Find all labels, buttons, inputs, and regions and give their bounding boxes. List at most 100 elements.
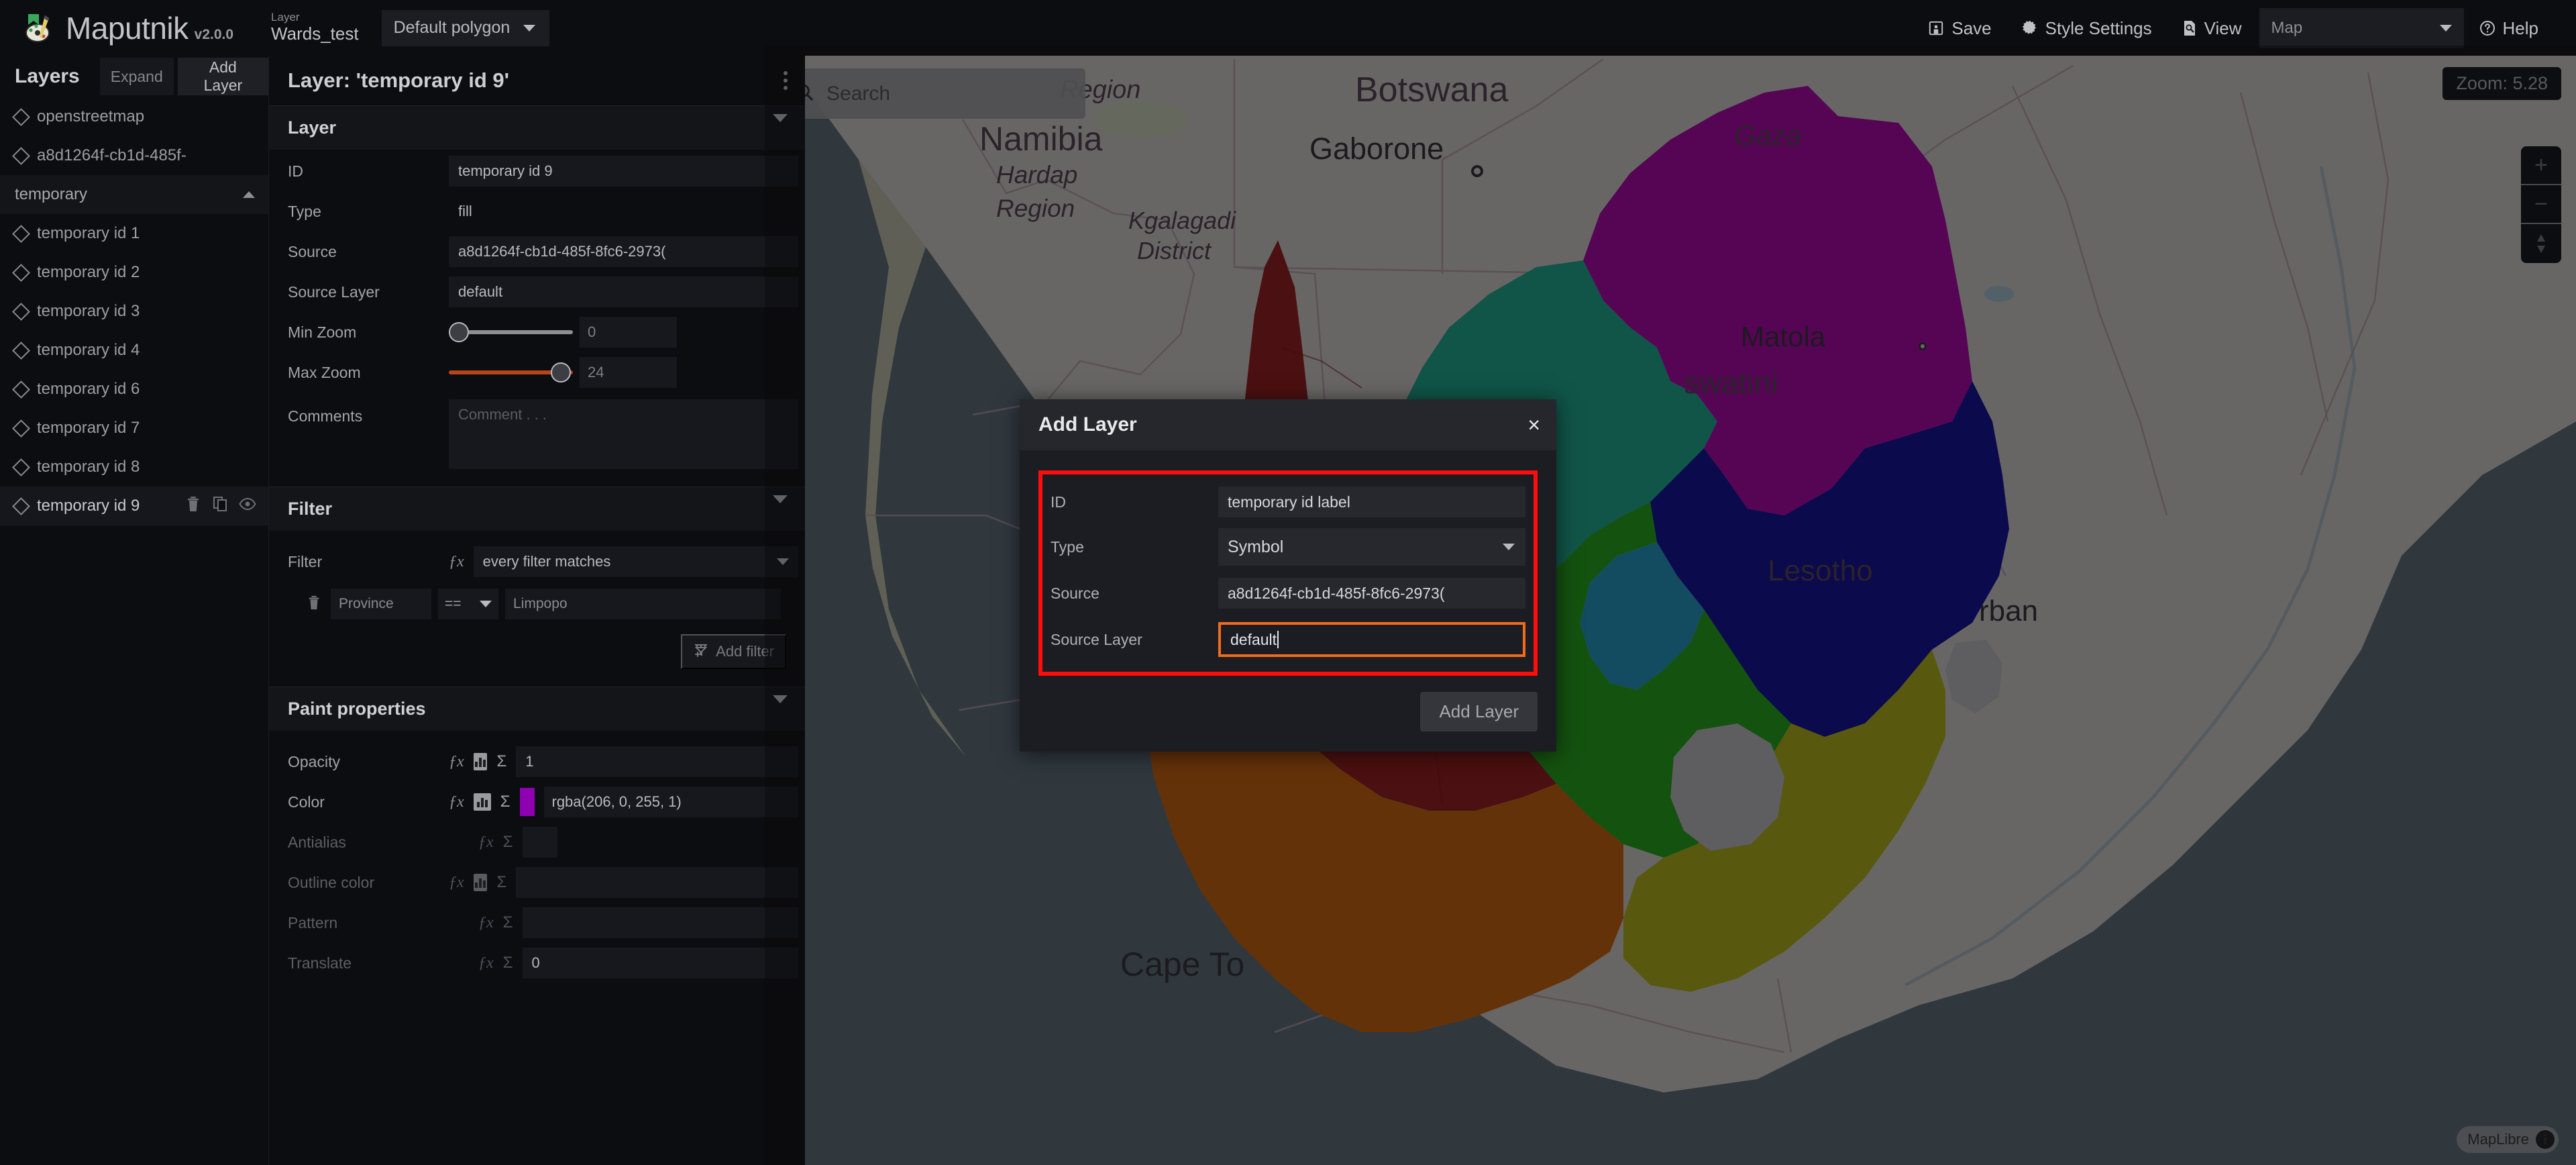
sigma-icon[interactable]: Σ	[496, 752, 506, 771]
sigma-icon[interactable]: Σ	[503, 833, 513, 852]
field-antialias: Antialias ƒx Σ	[269, 823, 805, 861]
layer-group-temporary[interactable]: temporary	[0, 175, 268, 214]
id-input[interactable]: temporary id 9	[449, 156, 798, 187]
help-label: Help	[2502, 17, 2538, 38]
section-layer[interactable]: Layer	[269, 105, 805, 150]
chevron-down-icon	[2439, 24, 2452, 32]
sigma-icon[interactable]: Σ	[503, 954, 513, 972]
field-label-outline-color: Outline color	[288, 873, 375, 891]
modal-id-input[interactable]: temporary id label	[1218, 487, 1525, 517]
maputnik-logo-icon	[23, 11, 56, 45]
style-settings-button[interactable]: Style Settings	[2006, 8, 2167, 48]
fx-icon[interactable]: ƒx	[478, 833, 494, 852]
translate-input[interactable]: 0	[522, 948, 798, 978]
modal-type-value: Symbol	[1228, 537, 1284, 556]
chart-icon[interactable]	[473, 793, 491, 811]
max-zoom-value[interactable]: 24	[580, 357, 677, 388]
sidebar-item-openstreetmap[interactable]: openstreetmap	[0, 97, 268, 136]
view-mode-select[interactable]: Map	[2259, 7, 2464, 48]
field-max-zoom: Max Zoom 24	[269, 354, 805, 391]
fx-icon[interactable]: ƒx	[449, 793, 464, 811]
sidebar-item-temporary-id-6[interactable]: temporary id 6	[0, 370, 268, 409]
sidebar-item-temporary-id-3[interactable]: temporary id 3	[0, 292, 268, 331]
chevron-up-icon[interactable]	[243, 191, 268, 198]
color-swatch[interactable]	[519, 788, 535, 816]
view-button[interactable]: View	[2167, 8, 2257, 48]
section-layer-title: Layer	[288, 117, 337, 138]
field-opacity: Opacity ƒx Σ 1	[269, 743, 805, 780]
modal-source-layer-value: default	[1230, 630, 1277, 648]
trash-icon[interactable]	[185, 495, 201, 517]
modal-label-id: ID	[1051, 493, 1066, 511]
sidebar-item-temporary-id-4[interactable]: temporary id 4	[0, 331, 268, 370]
top-bar-actions: Save Style Settings View Map Help	[1913, 7, 2576, 48]
pattern-input[interactable]	[522, 907, 798, 938]
modal-body: ID temporary id label Type Symbol Source…	[1020, 450, 1556, 676]
opacity-input[interactable]: 1	[516, 746, 798, 777]
modal-field-source: Source a8d1264f-cb1d-485f-8fc6-2973(	[1051, 571, 1525, 615]
field-min-zoom: Min Zoom 0	[269, 313, 805, 351]
layer-label: temporary id 2	[37, 263, 140, 281]
close-icon[interactable]: ×	[1527, 414, 1540, 436]
fx-icon[interactable]: ƒx	[449, 874, 464, 892]
sidebar-item-source[interactable]: a8d1264f-cb1d-485f-	[0, 136, 268, 175]
fx-icon[interactable]: ƒx	[478, 914, 494, 932]
section-filter[interactable]: Filter	[269, 487, 805, 531]
sidebar-item-temporary-id-8[interactable]: temporary id 8	[0, 448, 268, 487]
source-input[interactable]: a8d1264f-cb1d-485f-8fc6-2973(	[449, 236, 798, 267]
fx-icon[interactable]: ƒx	[449, 553, 464, 571]
add-layer-button[interactable]: Add Layer	[177, 58, 268, 95]
sigma-icon[interactable]: Σ	[503, 913, 513, 932]
antialias-checkbox[interactable]	[522, 827, 557, 858]
layer-properties-header: Layer: 'temporary id 9'	[269, 56, 805, 105]
sigma-icon[interactable]: Σ	[496, 873, 506, 892]
layer-label: temporary id 8	[37, 458, 140, 476]
filter-value-input[interactable]: Limpopo	[505, 589, 781, 619]
duplicate-icon[interactable]	[212, 495, 228, 517]
min-zoom-slider[interactable]	[449, 317, 573, 348]
fx-icon[interactable]: ƒx	[449, 753, 464, 771]
modal-submit-button[interactable]: Add Layer	[1420, 692, 1538, 731]
polygon-style-select[interactable]: Default polygon	[381, 9, 549, 46]
layer-type-icon	[12, 263, 30, 282]
filter-combinator-value: every filter matches	[482, 553, 611, 570]
chart-icon[interactable]	[473, 874, 488, 891]
sidebar-item-temporary-id-7[interactable]: temporary id 7	[0, 409, 268, 448]
eye-icon[interactable]	[239, 497, 256, 515]
section-paint-properties[interactable]: Paint properties	[269, 687, 805, 731]
field-label-id: ID	[288, 162, 303, 180]
sidebar-item-temporary-id-9[interactable]: temporary id 9	[0, 487, 268, 525]
max-zoom-slider[interactable]	[449, 357, 573, 388]
modal-source-input[interactable]: a8d1264f-cb1d-485f-8fc6-2973(	[1218, 578, 1525, 609]
min-zoom-value[interactable]: 0	[580, 317, 677, 348]
help-button[interactable]: Help	[2464, 8, 2553, 48]
color-input[interactable]: rgba(206, 0, 255, 1)	[543, 787, 798, 817]
outline-color-input[interactable]	[516, 867, 798, 898]
sigma-icon[interactable]: Σ	[500, 793, 511, 811]
section-paint-title: Paint properties	[288, 699, 426, 719]
expand-button[interactable]: Expand	[99, 58, 174, 95]
chart-icon[interactable]	[473, 753, 488, 770]
filter-key-input[interactable]: Province	[331, 589, 431, 619]
sidebar-item-temporary-id-2[interactable]: temporary id 2	[0, 253, 268, 292]
field-label-color: Color	[288, 793, 325, 811]
layer-row-actions	[185, 495, 268, 517]
modal-type-select[interactable]: Symbol	[1218, 528, 1525, 566]
field-label-opacity: Opacity	[288, 752, 340, 770]
save-button[interactable]: Save	[1913, 8, 2006, 48]
layer-type-icon	[12, 146, 30, 165]
layer-label: openstreetmap	[37, 107, 145, 125]
view-search-icon	[2182, 19, 2198, 37]
sidebar-item-temporary-id-1[interactable]: temporary id 1	[0, 214, 268, 253]
chevron-down-icon	[480, 601, 492, 607]
modal-source-layer-input[interactable]: default	[1218, 622, 1525, 657]
trash-icon[interactable]	[307, 595, 324, 614]
field-source: Source a8d1264f-cb1d-485f-8fc6-2973(	[269, 233, 805, 270]
fx-icon[interactable]: ƒx	[478, 954, 494, 972]
layer-properties-panel: Layer: 'temporary id 9' Layer ID tempora…	[268, 56, 805, 1165]
comments-textarea[interactable]: Comment . . .	[449, 399, 798, 469]
source-layer-input[interactable]: default	[449, 276, 798, 307]
filter-combinator-select[interactable]: every filter matches	[473, 546, 798, 577]
filter-operator-select[interactable]: ==	[438, 589, 498, 619]
add-layer-modal: Add Layer × ID temporary id label Type S…	[1020, 399, 1556, 752]
